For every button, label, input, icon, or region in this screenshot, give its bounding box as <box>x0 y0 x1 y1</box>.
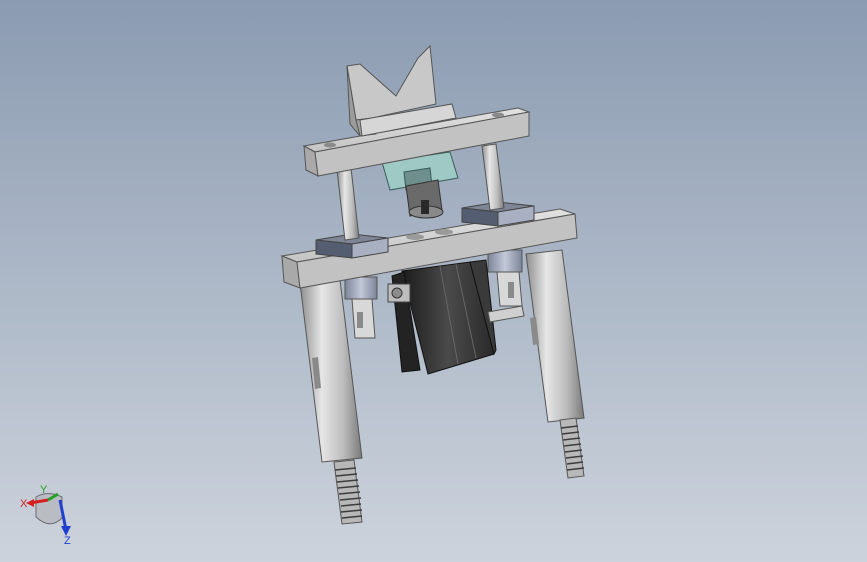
piston-rod[interactable] <box>405 179 444 219</box>
upper-guide-rod-left[interactable] <box>336 167 360 241</box>
left-threaded-stud[interactable] <box>333 459 363 525</box>
y-axis-label: Y <box>40 484 48 496</box>
z-axis-label: Z <box>64 535 71 547</box>
right-lower-bushing[interactable] <box>487 249 523 307</box>
coordinate-triad: X Y Z <box>20 484 71 547</box>
right-threaded-stud[interactable] <box>559 417 585 479</box>
x-axis-label: X <box>20 498 28 510</box>
graphics-viewport[interactable]: X Y Z <box>0 0 867 562</box>
model-canvas[interactable]: X Y Z <box>0 0 867 562</box>
right-support-leg[interactable] <box>525 249 585 423</box>
left-lower-bushing[interactable] <box>344 276 378 339</box>
upper-guide-rod-right[interactable] <box>481 143 505 211</box>
